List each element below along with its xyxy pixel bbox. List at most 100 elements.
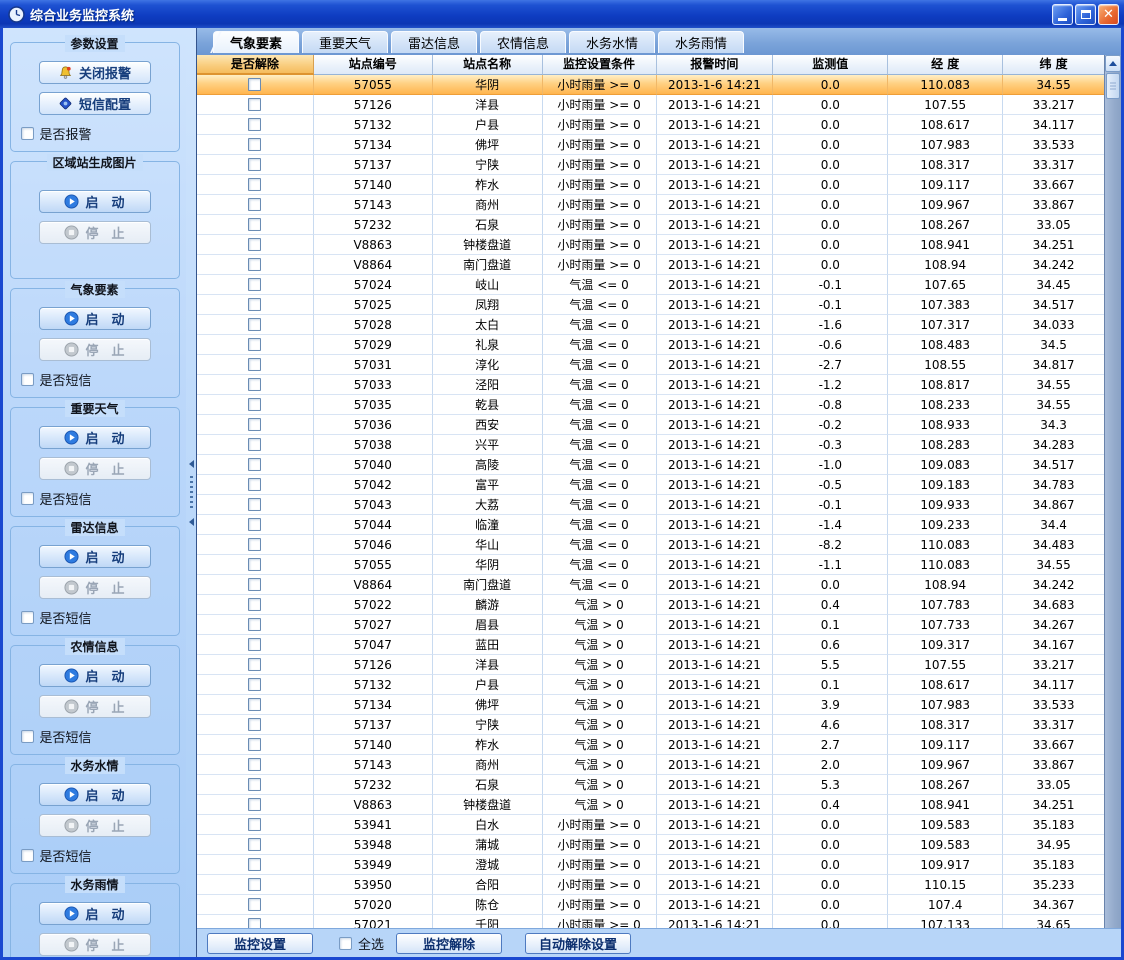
table-row[interactable]: 57143商州气温 > 02013-1-6 14:212.0109.96733.…: [197, 755, 1104, 775]
release-checkbox[interactable]: [248, 718, 261, 731]
column-header[interactable]: 经 度: [888, 55, 1003, 75]
tab-5[interactable]: 水务水情: [569, 31, 655, 53]
release-checkbox[interactable]: [248, 618, 261, 631]
option-checkbox-row[interactable]: 是否短信: [21, 489, 92, 508]
stop-button[interactable]: 停 止: [39, 338, 151, 361]
start-button[interactable]: 启 动: [39, 664, 151, 687]
monitor-set-button[interactable]: 监控设置: [207, 933, 313, 954]
table-row[interactable]: 57021千阳小时雨量 >= 02013-1-6 14:210.0107.133…: [197, 915, 1104, 928]
stop-button[interactable]: 停 止: [39, 695, 151, 718]
collapse-arrow-icon[interactable]: [189, 460, 194, 468]
close-button[interactable]: ✕: [1098, 4, 1119, 25]
release-checkbox[interactable]: [248, 398, 261, 411]
scroll-up-button[interactable]: [1105, 55, 1121, 72]
release-checkbox[interactable]: [248, 438, 261, 451]
table-row[interactable]: 57126洋县气温 > 02013-1-6 14:215.5107.5533.2…: [197, 655, 1104, 675]
table-row[interactable]: 57029礼泉气温 <= 02013-1-6 14:21-0.6108.4833…: [197, 335, 1104, 355]
auto-release-settings-button[interactable]: 自动解除设置: [525, 933, 631, 954]
release-checkbox[interactable]: [248, 238, 261, 251]
checkbox[interactable]: [21, 373, 34, 386]
release-checkbox[interactable]: [248, 278, 261, 291]
table-row[interactable]: 57137宁陕小时雨量 >= 02013-1-6 14:210.0108.317…: [197, 155, 1104, 175]
release-checkbox[interactable]: [248, 298, 261, 311]
release-checkbox[interactable]: [248, 838, 261, 851]
release-checkbox[interactable]: [248, 698, 261, 711]
table-row[interactable]: 57126洋县小时雨量 >= 02013-1-6 14:210.0107.553…: [197, 95, 1104, 115]
release-checkbox[interactable]: [248, 598, 261, 611]
column-header[interactable]: 监控设置条件: [543, 55, 657, 75]
title-bar[interactable]: 综合业务监控系统 ✕: [0, 0, 1124, 28]
table-row[interactable]: 57036西安气温 <= 02013-1-6 14:21-0.2108.9333…: [197, 415, 1104, 435]
select-all-row[interactable]: 全选: [339, 934, 384, 953]
table-row[interactable]: 57044临潼气温 <= 02013-1-6 14:21-1.4109.2333…: [197, 515, 1104, 535]
table-row[interactable]: 53950合阳小时雨量 >= 02013-1-6 14:210.0110.153…: [197, 875, 1104, 895]
column-header[interactable]: 纬 度: [1003, 55, 1104, 75]
release-checkbox[interactable]: [248, 78, 261, 91]
start-button[interactable]: 启 动: [39, 783, 151, 806]
release-checkbox[interactable]: [248, 758, 261, 771]
release-checkbox[interactable]: [248, 818, 261, 831]
release-checkbox[interactable]: [248, 798, 261, 811]
tab-1[interactable]: 气象要素: [213, 31, 299, 53]
release-checkbox[interactable]: [248, 658, 261, 671]
option-checkbox-row[interactable]: 是否短信: [21, 727, 92, 746]
release-checkbox[interactable]: [248, 378, 261, 391]
release-checkbox[interactable]: [248, 878, 261, 891]
table-row[interactable]: 53948蒲城小时雨量 >= 02013-1-6 14:210.0109.583…: [197, 835, 1104, 855]
option-checkbox-row[interactable]: 是否短信: [21, 846, 92, 865]
column-header[interactable]: 是否解除: [197, 55, 314, 75]
table-row[interactable]: 57232石泉小时雨量 >= 02013-1-6 14:210.0108.267…: [197, 215, 1104, 235]
release-checkbox[interactable]: [248, 538, 261, 551]
release-checkbox[interactable]: [248, 158, 261, 171]
release-checkbox[interactable]: [248, 858, 261, 871]
table-row[interactable]: 57022麟游气温 > 02013-1-6 14:210.4107.78334.…: [197, 595, 1104, 615]
release-checkbox[interactable]: [248, 518, 261, 531]
release-checkbox[interactable]: [248, 358, 261, 371]
collapse-arrow-icon[interactable]: [189, 518, 194, 526]
table-row[interactable]: 57025凤翔气温 <= 02013-1-6 14:21-0.1107.3833…: [197, 295, 1104, 315]
release-checkbox[interactable]: [248, 98, 261, 111]
release-checkbox[interactable]: [248, 138, 261, 151]
release-checkbox[interactable]: [248, 258, 261, 271]
tab-4[interactable]: 农情信息: [480, 31, 566, 53]
checkbox[interactable]: [21, 127, 34, 140]
table-row[interactable]: 57055华阴小时雨量 >= 02013-1-6 14:210.0110.083…: [197, 75, 1104, 95]
table-row[interactable]: 57020陈仓小时雨量 >= 02013-1-6 14:210.0107.434…: [197, 895, 1104, 915]
table-row[interactable]: V8864南门盘道小时雨量 >= 02013-1-6 14:210.0108.9…: [197, 255, 1104, 275]
sms-config-button[interactable]: 短信配置: [39, 92, 151, 115]
option-checkbox-row[interactable]: 是否短信: [21, 608, 92, 627]
table-row[interactable]: 57137宁陕气温 > 02013-1-6 14:214.6108.31733.…: [197, 715, 1104, 735]
release-checkbox[interactable]: [248, 638, 261, 651]
table-row[interactable]: 57028太白气温 <= 02013-1-6 14:21-1.6107.3173…: [197, 315, 1104, 335]
maximize-button[interactable]: [1075, 4, 1096, 25]
release-checkbox[interactable]: [248, 498, 261, 511]
option-checkbox-row[interactable]: 是否报警: [21, 124, 92, 143]
checkbox[interactable]: [21, 849, 34, 862]
table-row[interactable]: 57134佛坪气温 > 02013-1-6 14:213.9107.98333.…: [197, 695, 1104, 715]
close-alarm-button[interactable]: 关闭报警: [39, 61, 151, 84]
table-row[interactable]: 57042富平气温 <= 02013-1-6 14:21-0.5109.1833…: [197, 475, 1104, 495]
table-row[interactable]: 57132户县气温 > 02013-1-6 14:210.1108.61734.…: [197, 675, 1104, 695]
checkbox[interactable]: [21, 611, 34, 624]
table-row[interactable]: V8863钟楼盘道小时雨量 >= 02013-1-6 14:210.0108.9…: [197, 235, 1104, 255]
checkbox[interactable]: [21, 730, 34, 743]
table-row[interactable]: V8863钟楼盘道气温 > 02013-1-6 14:210.4108.9413…: [197, 795, 1104, 815]
stop-button[interactable]: 停 止: [39, 933, 151, 956]
table-row[interactable]: 57040高陵气温 <= 02013-1-6 14:21-1.0109.0833…: [197, 455, 1104, 475]
release-checkbox[interactable]: [248, 178, 261, 191]
stop-button[interactable]: 停 止: [39, 576, 151, 599]
table-row[interactable]: 57038兴平气温 <= 02013-1-6 14:21-0.3108.2833…: [197, 435, 1104, 455]
table-row[interactable]: 57027眉县气温 > 02013-1-6 14:210.1107.73334.…: [197, 615, 1104, 635]
checkbox[interactable]: [21, 492, 34, 505]
table-row[interactable]: 53949澄城小时雨量 >= 02013-1-6 14:210.0109.917…: [197, 855, 1104, 875]
table-row[interactable]: 57134佛坪小时雨量 >= 02013-1-6 14:210.0107.983…: [197, 135, 1104, 155]
column-header[interactable]: 报警时间: [657, 55, 774, 75]
table-row[interactable]: 57043大荔气温 <= 02013-1-6 14:21-0.1109.9333…: [197, 495, 1104, 515]
table-row[interactable]: 57031淳化气温 <= 02013-1-6 14:21-2.7108.5534…: [197, 355, 1104, 375]
release-checkbox[interactable]: [248, 218, 261, 231]
vertical-scrollbar[interactable]: [1104, 55, 1121, 928]
table-row[interactable]: 57047蓝田气温 > 02013-1-6 14:210.6109.31734.…: [197, 635, 1104, 655]
option-checkbox-row[interactable]: 是否短信: [21, 370, 92, 389]
table-row[interactable]: V8864南门盘道气温 <= 02013-1-6 14:210.0108.943…: [197, 575, 1104, 595]
column-header[interactable]: 站点名称: [433, 55, 543, 75]
